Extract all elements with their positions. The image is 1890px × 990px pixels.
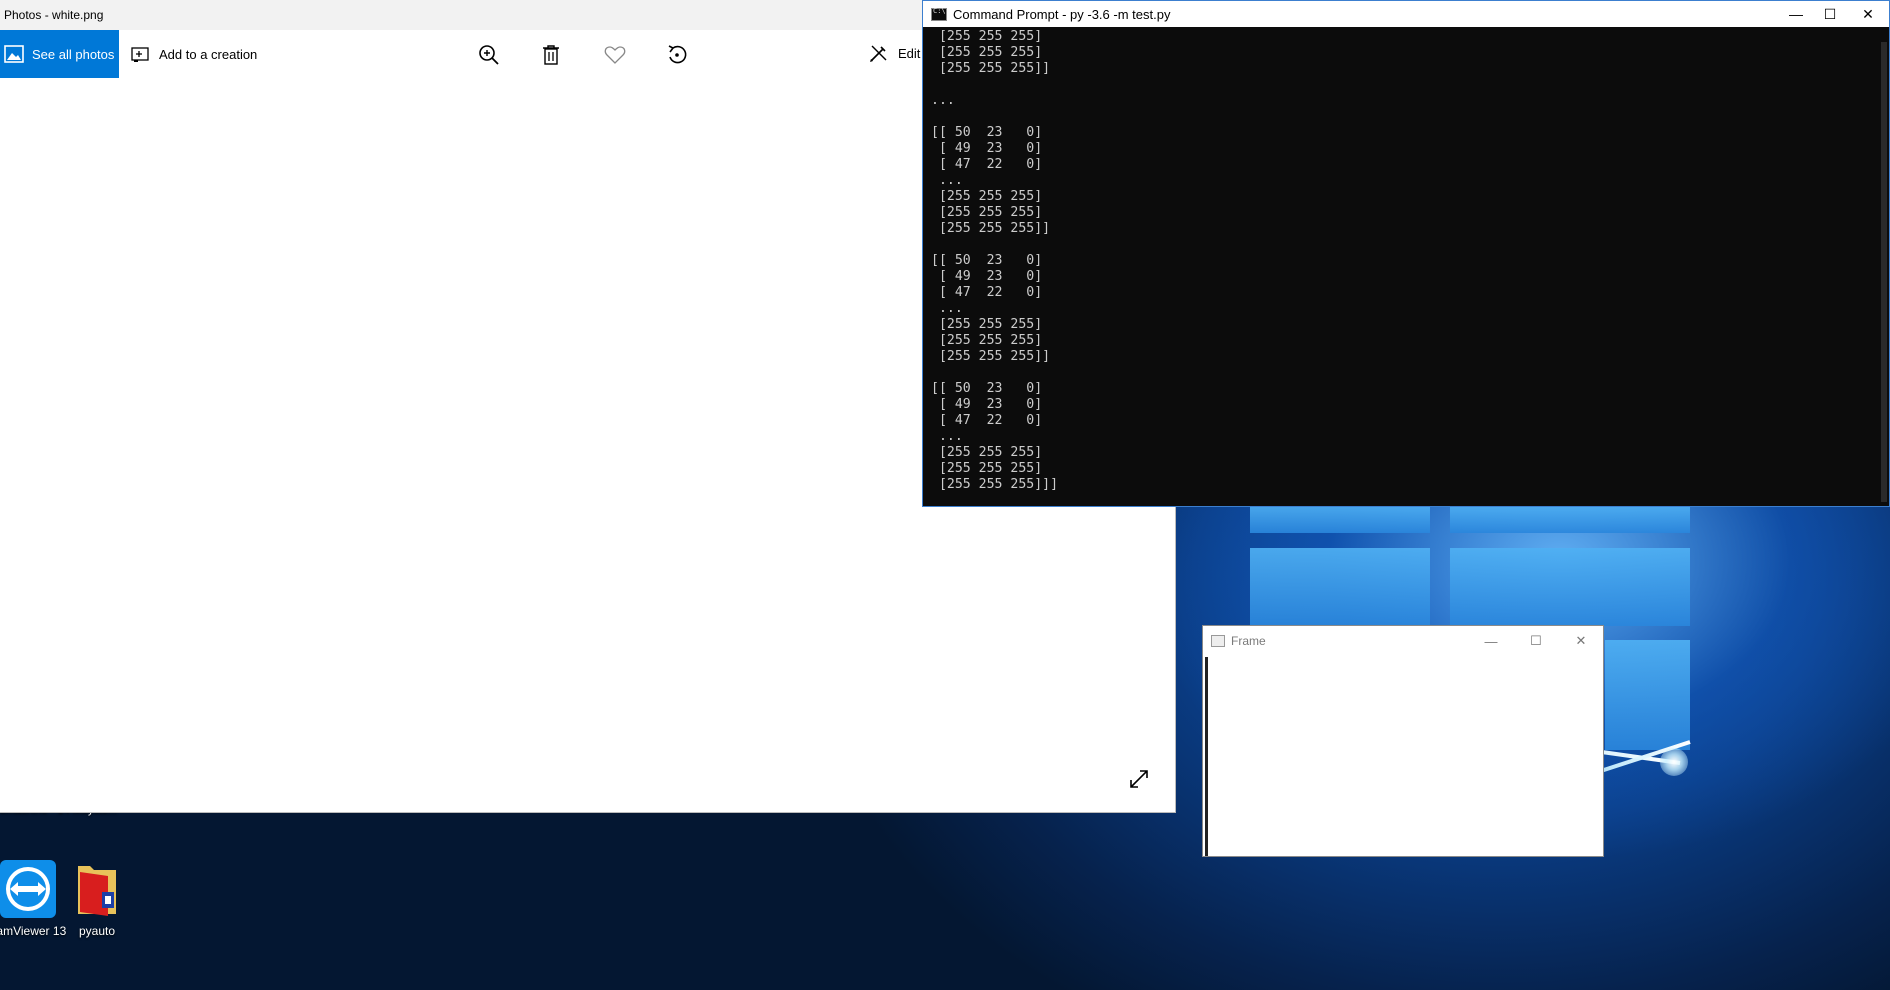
close-icon: ✕ <box>1575 633 1587 648</box>
wallpaper-pane <box>1250 548 1430 626</box>
zoom-icon <box>479 45 499 65</box>
delete-button[interactable] <box>538 42 564 68</box>
close-button[interactable]: ✕ <box>1558 626 1604 656</box>
add-to-creation-button[interactable]: Add to a creation <box>131 46 257 62</box>
close-button[interactable]: ✕ <box>1845 1 1890 27</box>
photo-icon <box>4 45 24 63</box>
window-title: Command Prompt - py -3.6 -m test.py <box>953 6 1171 22</box>
cmd-console[interactable]: [255 255 255] [255 255 255] [255 255 255… <box>931 29 1875 506</box>
command-prompt-window: Command Prompt - py -3.6 -m test.py — ☐ … <box>922 0 1890 507</box>
window-title: Photos - white.png <box>4 8 104 22</box>
zoom-button[interactable] <box>476 42 502 68</box>
wallpaper-pane <box>1250 505 1430 533</box>
add-to-creation-label: Add to a creation <box>159 46 258 62</box>
desktop-icon-label: pyauto <box>78 924 116 938</box>
window-title: Frame <box>1231 634 1266 648</box>
folder-icon <box>78 866 116 916</box>
scrollbar-thumb[interactable] <box>1881 42 1887 502</box>
add-creation-icon <box>131 47 149 62</box>
minimize-button[interactable]: — <box>1468 626 1514 656</box>
see-all-photos-label: See all photos <box>32 46 115 62</box>
wallpaper-pane <box>1605 640 1690 750</box>
wallpaper-flare <box>1660 748 1688 776</box>
wallpaper-pane <box>1450 548 1690 626</box>
minimize-icon: — <box>1484 633 1498 649</box>
rotate-button[interactable] <box>664 42 690 68</box>
see-all-photos-button[interactable]: See all photos <box>0 30 119 78</box>
teamviewer-icon <box>0 860 56 918</box>
console-output: [255 255 255] [255 255 255] [255 255 255… <box>931 29 1059 492</box>
edit-button[interactable]: Edit <box>868 42 920 64</box>
frame-window: Frame — ☐ ✕ <box>1202 625 1604 857</box>
maximize-icon: ☐ <box>1530 633 1542 648</box>
cmd-title-bar[interactable]: Command Prompt - py -3.6 -m test.py — ☐ … <box>923 1 1889 27</box>
expand-icon <box>1130 770 1148 788</box>
fullscreen-button[interactable] <box>1124 764 1154 794</box>
frame-app-icon <box>1211 635 1225 647</box>
maximize-icon: ☐ <box>1823 5 1837 22</box>
frame-title-bar[interactable]: Frame — ☐ ✕ <box>1203 626 1603 656</box>
desktop-icon-pyauto[interactable]: pyauto <box>57 858 137 938</box>
cmd-app-icon <box>931 7 947 21</box>
rotate-icon <box>668 45 687 64</box>
edit-label: Edit <box>898 45 921 61</box>
wallpaper-pane <box>1450 505 1690 533</box>
favorite-button[interactable] <box>602 42 628 68</box>
cmd-scrollbar[interactable] <box>1877 27 1889 506</box>
heart-icon <box>604 46 626 64</box>
minimize-icon: — <box>1789 6 1803 22</box>
edit-icon <box>870 45 887 62</box>
frame-image-area <box>1205 657 1603 856</box>
trash-icon <box>543 45 559 65</box>
maximize-button[interactable]: ☐ <box>1513 626 1559 656</box>
close-icon: ✕ <box>1862 5 1874 22</box>
